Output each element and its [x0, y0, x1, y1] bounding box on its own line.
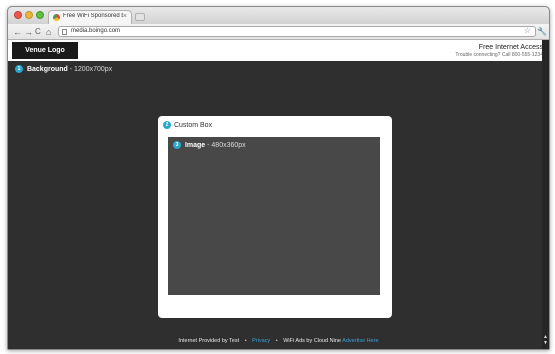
title-bar: Free WiFi Sponsored by... ×: [8, 7, 549, 24]
custom-box-label: 2 Custom Box: [163, 121, 212, 129]
back-icon[interactable]: ←: [13, 27, 22, 37]
page-content: Venue Logo Free Internet Access Trouble …: [8, 40, 549, 349]
footer-bullet: •: [244, 338, 247, 344]
bookmark-star-icon[interactable]: ☆: [524, 26, 531, 35]
number-badge: 2: [163, 121, 171, 129]
url-text: media.boingo.com: [71, 28, 121, 34]
footer-bullet: •: [275, 338, 278, 344]
footer-provided-text: Internet Provided by Test: [178, 338, 240, 344]
minimize-window-button[interactable]: [25, 11, 33, 19]
venue-logo: Venue Logo: [12, 42, 78, 59]
background-label: 1 Background - 1200x700px: [15, 65, 112, 73]
tab-title: Free WiFi Sponsored by...: [63, 13, 123, 19]
maximize-window-button[interactable]: [36, 11, 44, 19]
image-placeholder: 3 Image - 480x360px: [168, 137, 380, 295]
footer-wifi-ads-text: WiFi Ads by Cloud Nine: [283, 338, 341, 344]
home-icon[interactable]: ⌂: [46, 27, 51, 37]
header-info: Free Internet Access Trouble connecting?…: [455, 43, 543, 59]
page-icon: [62, 29, 67, 35]
background-dims: - 1200x700px: [67, 65, 113, 73]
new-tab-button[interactable]: [135, 13, 145, 21]
forward-icon[interactable]: →: [24, 27, 33, 37]
number-badge: 1: [15, 65, 23, 73]
privacy-link[interactable]: Privacy: [252, 338, 270, 344]
custom-box-label-text: Custom Box: [173, 121, 213, 129]
header-title: Free Internet Access: [478, 44, 543, 51]
number-badge: 3: [173, 141, 181, 149]
custom-box: 2 Custom Box 3 Image - 480x360px: [158, 116, 392, 318]
footer: Internet Provided by Test • Privacy • Wi…: [8, 338, 549, 344]
browser-toolbar: ← → C ⌂ media.boingo.com ☆ 🔧: [8, 24, 549, 40]
vertical-scrollbar[interactable]: ▲ ▼: [542, 40, 549, 349]
advertise-here-link[interactable]: Advertise Here: [342, 338, 378, 344]
address-bar[interactable]: media.boingo.com ☆: [58, 26, 536, 37]
header-subtitle: Trouble connecting? Call 800-555-1234: [455, 52, 543, 58]
browser-tab[interactable]: Free WiFi Sponsored by... ×: [48, 10, 132, 24]
favicon-icon: [53, 14, 60, 21]
browser-window: Free WiFi Sponsored by... × ← → C ⌂ medi…: [7, 6, 550, 350]
image-label-text: Image: [184, 141, 206, 149]
image-label: 3 Image - 480x360px: [173, 141, 246, 149]
tab-close-icon[interactable]: ×: [123, 12, 127, 22]
portal-header: Venue Logo Free Internet Access Trouble …: [8, 40, 549, 61]
scroll-down-icon[interactable]: ▼: [543, 340, 548, 346]
reload-icon[interactable]: C: [35, 27, 41, 37]
background-label-text: Background: [26, 65, 68, 73]
wrench-icon[interactable]: 🔧: [537, 27, 547, 37]
close-window-button[interactable]: [14, 11, 22, 19]
image-dims: - 480x360px: [205, 141, 246, 149]
